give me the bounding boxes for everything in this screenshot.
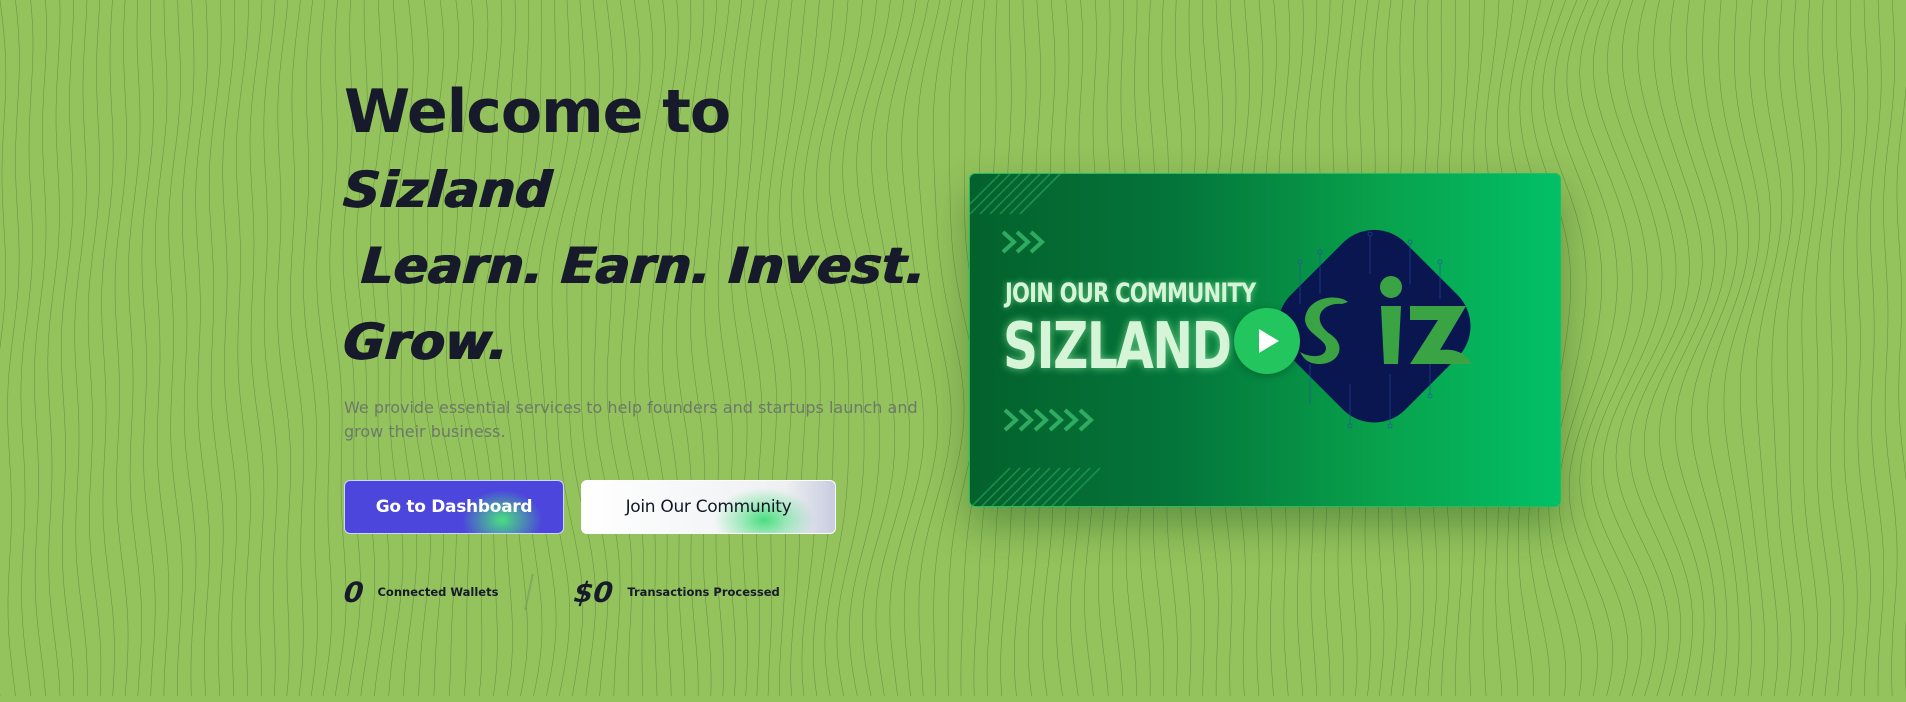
play-icon xyxy=(1259,329,1279,353)
background-wave-line xyxy=(1554,0,1603,697)
connected-wallets-value: 0 xyxy=(342,575,366,609)
hero-buttons: Go to Dashboard Join Our Community xyxy=(344,480,944,534)
background-wave-line xyxy=(1690,0,1738,697)
video-headline-big: SIZLAND xyxy=(1003,310,1232,384)
background-wave-line xyxy=(303,0,318,697)
video-headline-small: JOIN OUR COMMUNITY xyxy=(1005,278,1256,309)
background-wave-line xyxy=(0,0,7,697)
background-wave-line xyxy=(263,0,278,697)
background-wave-line xyxy=(7,0,20,697)
hero-title-brand: Sizland xyxy=(341,161,555,219)
background-wave-line xyxy=(181,0,197,697)
background-wave-line xyxy=(34,0,47,697)
corner-hatching-bottom xyxy=(970,467,1101,506)
corner-hatching-top xyxy=(970,174,1061,215)
background-wave-line xyxy=(236,0,251,697)
background-wave-line xyxy=(1629,0,1690,697)
go-to-dashboard-button[interactable]: Go to Dashboard xyxy=(344,480,564,534)
join-community-button[interactable]: Join Our Community xyxy=(581,480,836,534)
background-wave-line xyxy=(168,0,183,696)
background-wave-line xyxy=(316,0,333,697)
background-wave-line xyxy=(155,0,170,697)
hero-section: Welcome to Sizland Learn. Earn. Invest. … xyxy=(341,72,944,612)
hero-title-tagline-end: Grow. xyxy=(341,313,511,371)
background-wave-line xyxy=(114,0,129,697)
background-wave-line xyxy=(101,0,115,697)
background-wave-line xyxy=(1723,0,1760,697)
background-wave-line xyxy=(1739,0,1771,697)
background-wave-line xyxy=(1602,0,1663,697)
background-wave-line xyxy=(47,0,61,697)
background-wave-line xyxy=(1579,0,1633,697)
transactions-value: $0 xyxy=(572,575,616,609)
background-wave-line xyxy=(1566,0,1618,697)
stats-row: 0 Connected Wallets $0 Transactions Proc… xyxy=(342,572,944,612)
background-wave-lines xyxy=(0,0,1906,697)
background-wave-line xyxy=(1755,0,1783,697)
background-wave-line xyxy=(1590,0,1648,697)
background-wave-line xyxy=(249,0,265,697)
background-wave-line xyxy=(128,0,142,697)
background-wave-line xyxy=(290,0,305,697)
background-wave-line xyxy=(1843,0,1858,697)
background-wave-line xyxy=(1856,0,1871,697)
background-wave-line xyxy=(1829,0,1845,697)
hero-title-tagline: Learn. Earn. Invest. xyxy=(359,237,929,295)
background-wave-line xyxy=(1801,0,1818,697)
hero-subtitle: We provide essential services to help fo… xyxy=(344,398,918,441)
background-wave-line xyxy=(208,0,224,697)
chevron-decoration-bottom xyxy=(1003,408,1094,432)
chevron-decoration-top xyxy=(1001,230,1045,254)
background-wave-line xyxy=(61,0,75,697)
background-wave-line xyxy=(1815,0,1832,697)
stats-divider xyxy=(524,574,549,610)
join-community-label: Join Our Community xyxy=(625,497,792,517)
background-wave-line xyxy=(20,0,34,697)
community-video-card[interactable]: JOIN OUR COMMUNITY SIZLAND xyxy=(969,173,1561,507)
background-wave-line xyxy=(1643,0,1703,697)
background-wave-line xyxy=(87,0,102,697)
background-wave-line xyxy=(1659,0,1715,697)
background-wave-line xyxy=(1883,0,1898,697)
background-wave-line xyxy=(74,0,88,697)
background-wave-line xyxy=(277,0,291,697)
transactions-label: Transactions Processed xyxy=(627,585,780,599)
background-wave-line xyxy=(141,0,156,697)
background-wave-line xyxy=(1896,86,1906,694)
background-wave-line xyxy=(195,0,210,697)
play-button[interactable] xyxy=(1234,308,1300,374)
background-wave-line xyxy=(1771,0,1794,697)
background-wave-line xyxy=(222,0,238,697)
background-wave-line xyxy=(1869,0,1884,697)
connected-wallets-label: Connected Wallets xyxy=(377,585,499,599)
hero-title-welcome: Welcome to xyxy=(344,77,731,147)
go-to-dashboard-label: Go to Dashboard xyxy=(375,497,533,517)
